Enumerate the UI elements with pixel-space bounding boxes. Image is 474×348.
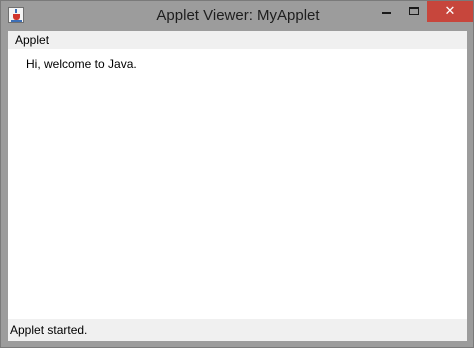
menu-applet[interactable]: Applet: [13, 31, 51, 49]
title-bar[interactable]: Applet Viewer: MyApplet ✕: [1, 1, 473, 31]
applet-viewer-window: Applet Viewer: MyApplet ✕ Applet Hi, wel…: [0, 0, 474, 348]
close-button[interactable]: ✕: [427, 1, 473, 22]
status-bar: Applet started.: [8, 319, 467, 341]
close-icon: ✕: [444, 4, 456, 19]
minimize-icon: [382, 12, 391, 14]
minimize-button[interactable]: [373, 1, 401, 22]
maximize-icon: [409, 7, 419, 15]
applet-content-area: Hi, welcome to Java.: [8, 49, 467, 319]
maximize-button[interactable]: [401, 1, 427, 22]
status-text: Applet started.: [10, 323, 88, 337]
menu-bar: Applet: [8, 31, 467, 49]
welcome-message: Hi, welcome to Java.: [26, 57, 137, 71]
